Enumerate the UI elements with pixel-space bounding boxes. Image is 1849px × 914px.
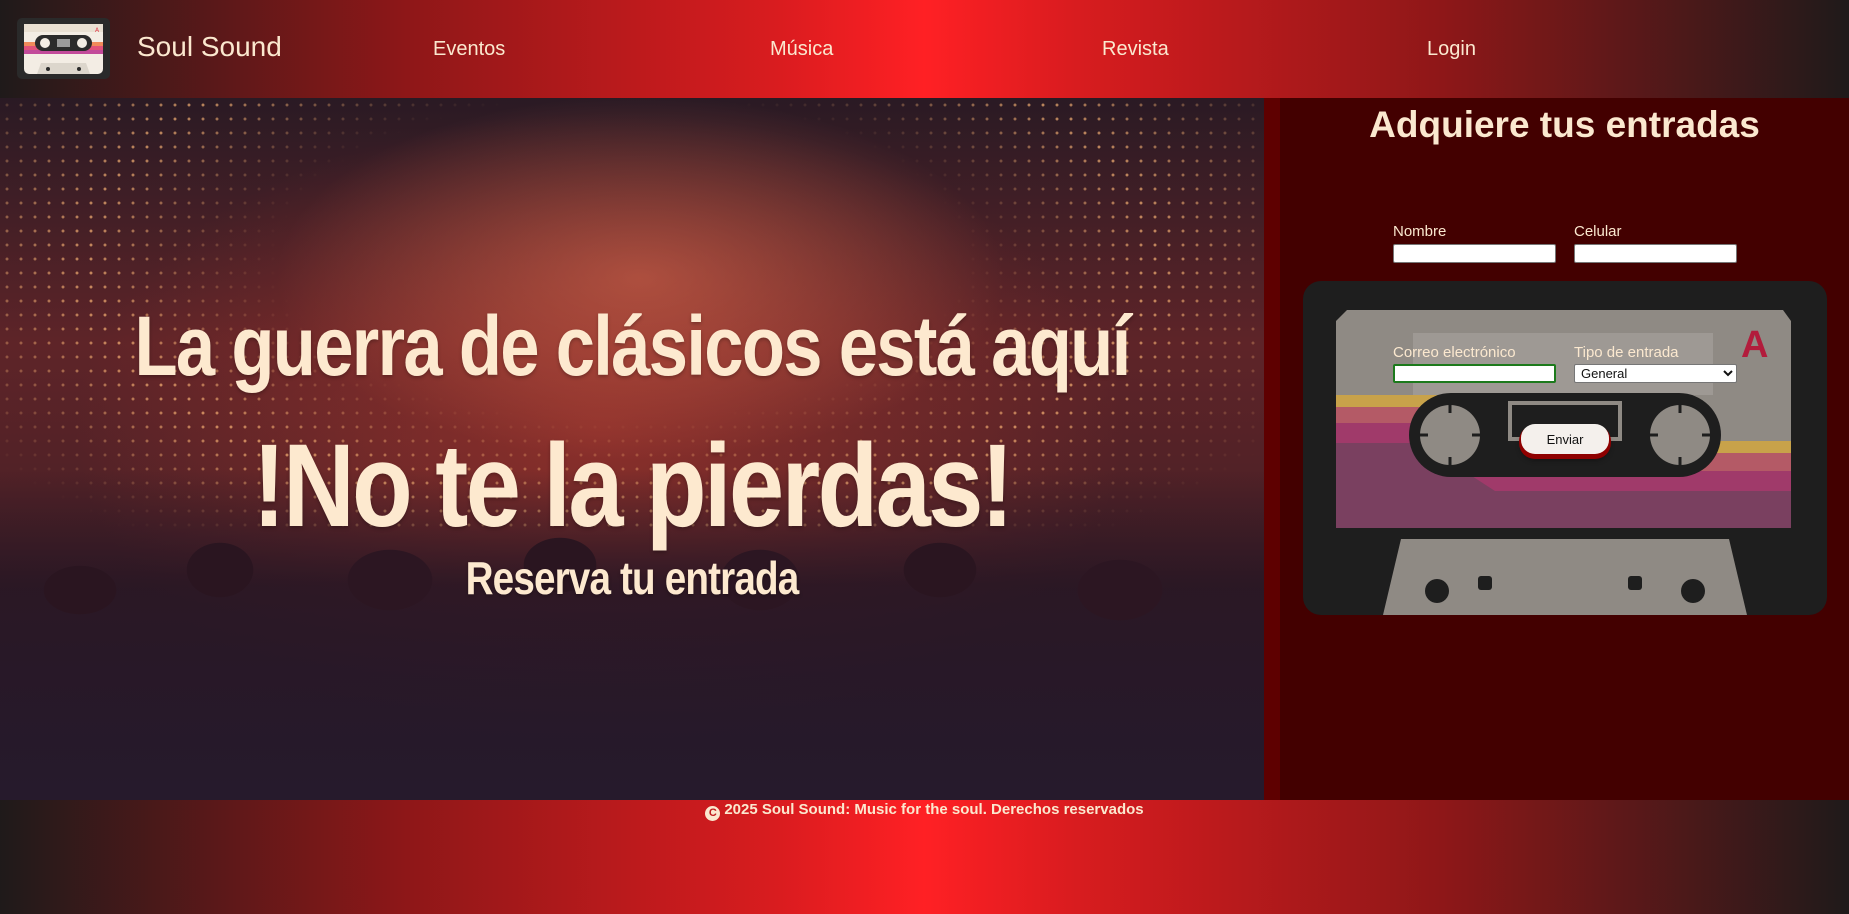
site-header: A Soul Sound Eventos Música Revista Logi… — [0, 0, 1849, 98]
nav-revista[interactable]: Revista — [1102, 38, 1169, 61]
email-label: Correo electrónico — [1393, 344, 1516, 361]
brand-name[interactable]: Soul Sound — [137, 31, 282, 63]
panel-divider — [1264, 98, 1280, 800]
footer-text: 2025 Soul Sound: Music for the soul. Der… — [724, 801, 1144, 818]
phone-label: Celular — [1574, 223, 1622, 240]
cassette-logo-icon[interactable]: A — [17, 18, 110, 79]
name-label: Nombre — [1393, 223, 1447, 240]
submit-button[interactable]: Enviar — [1521, 424, 1609, 454]
hero-tagline: !No te la pierdas! — [252, 420, 1014, 552]
ticket-type-select[interactable]: General — [1574, 364, 1737, 383]
nav-login[interactable]: Login — [1427, 38, 1476, 61]
ticket-type-label: Tipo de entrada — [1574, 344, 1679, 361]
phone-field[interactable] — [1574, 244, 1737, 263]
name-field[interactable] — [1393, 244, 1556, 263]
footer-copyright: C 2025 Soul Sound: Music for the soul. De… — [0, 800, 1849, 821]
nav-musica[interactable]: Música — [770, 38, 833, 61]
email-field[interactable] — [1393, 364, 1556, 383]
nav-eventos[interactable]: Eventos — [433, 38, 505, 61]
panel-title: Adquiere tus entradas — [1369, 104, 1760, 145]
cassette-badge-icon: A — [1741, 324, 1769, 366]
hero-headline: La guerra de clásicos está aquí — [134, 299, 1131, 393]
hero-cta-text: Reserva tu entrada — [465, 552, 800, 604]
copyright-icon: C — [705, 806, 721, 821]
